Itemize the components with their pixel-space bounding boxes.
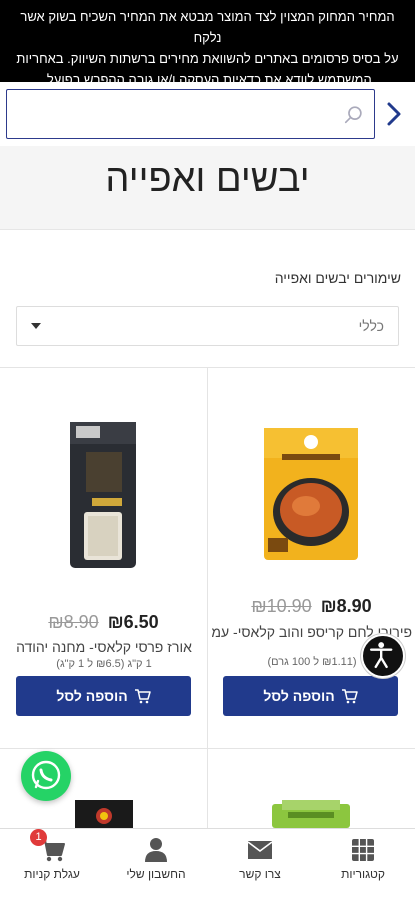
sort-select[interactable]: כללי (16, 306, 399, 346)
product-card[interactable]: ₪8.90 ₪10.90 פירורי לחם קריספ והוב קלאסי… (208, 368, 415, 748)
price-row: ₪8.90 ₪10.90 (208, 596, 415, 617)
nav-contact-label: צרו קשר (239, 867, 281, 881)
search-icon[interactable] (343, 104, 365, 126)
product-image[interactable] (66, 420, 140, 570)
cart-count-badge: 1 (30, 829, 47, 846)
product-card[interactable]: ₪6.50 ₪8.90 אורז פרסי קלאסי- מחנה יהודה … (0, 368, 207, 748)
whatsapp-button[interactable] (21, 751, 71, 801)
product-image[interactable] (75, 800, 133, 828)
grid-divider (0, 748, 415, 749)
grid-icon (352, 839, 374, 861)
whatsapp-icon (31, 760, 61, 790)
product-unit-price: 1 ק"ג (₪6.5 ל 1 ק"ג) (56, 658, 152, 670)
bottom-nav: 1 עגלת קניות החשבון שלי צרו קשר קטגוריות (0, 828, 415, 900)
accessibility-button[interactable] (361, 634, 405, 678)
nav-account-label: החשבון שלי (126, 867, 186, 881)
accessibility-icon (370, 642, 393, 669)
product-image[interactable] (272, 800, 350, 828)
sort-select-value: כללי (358, 318, 384, 334)
price-row: ₪6.50 ₪8.90 (0, 612, 207, 633)
nav-cart[interactable]: 1 עגלת קניות (0, 829, 104, 900)
nav-contact[interactable]: צרו קשר (208, 829, 312, 900)
nav-account[interactable]: החשבון שלי (104, 829, 208, 900)
chevron-right-icon[interactable] (383, 101, 405, 127)
product-name[interactable]: אורז פרסי קלאסי- מחנה יהודה (4, 638, 204, 656)
page-title: יבשים ואפייה (105, 158, 310, 200)
caret-down-icon (31, 323, 41, 329)
add-to-cart-button[interactable]: הוספה לסל (16, 676, 191, 716)
search-input[interactable] (7, 90, 374, 138)
cart-icon (134, 688, 151, 703)
add-to-cart-button[interactable]: הוספה לסל (223, 676, 398, 716)
title-band: יבשים ואפייה (0, 146, 415, 230)
product-image[interactable] (262, 426, 360, 562)
add-to-cart-label: הוספה לסל (56, 688, 128, 704)
notice-line-1: המחיר המחוק המצוין לצד המוצר מבטא את המח… (20, 9, 395, 45)
price-notice-banner: המחיר המחוק המצוין לצד המוצר מבטא את המח… (0, 0, 415, 87)
search-box[interactable] (6, 89, 375, 139)
user-icon (145, 838, 167, 862)
search-row (0, 82, 415, 146)
nav-categories-label: קטגוריות (341, 867, 385, 881)
category-label: שימורים יבשים ואפייה (274, 270, 401, 286)
product-price: ₪6.50 (107, 612, 159, 632)
nav-categories[interactable]: קטגוריות (311, 829, 415, 900)
cart-icon (341, 688, 358, 703)
envelope-icon (247, 841, 273, 859)
notice-line-2: על בסיס פרסומים באתרים להשוואת מחירים בר… (16, 51, 399, 66)
nav-cart-label: עגלת קניות (24, 867, 80, 881)
product-price: ₪8.90 (320, 596, 372, 616)
product-old-price: ₪8.90 (48, 612, 99, 632)
product-old-price: ₪10.90 (251, 596, 312, 616)
add-to-cart-label: הוספה לסל (263, 688, 335, 704)
